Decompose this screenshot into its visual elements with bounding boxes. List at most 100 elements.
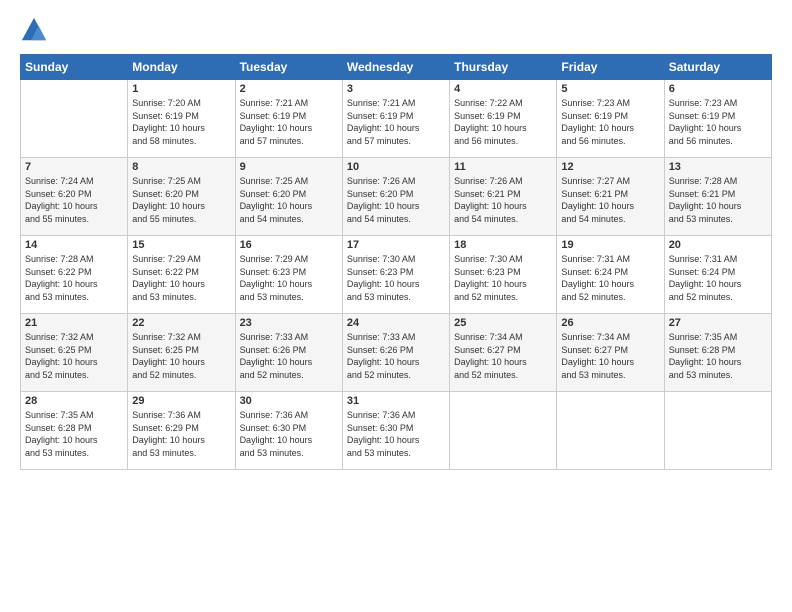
day-info: Sunrise: 7:25 AM Sunset: 6:20 PM Dayligh… — [132, 175, 230, 225]
day-cell: 24Sunrise: 7:33 AM Sunset: 6:26 PM Dayli… — [342, 314, 449, 392]
day-info: Sunrise: 7:31 AM Sunset: 6:24 PM Dayligh… — [561, 253, 659, 303]
day-number: 7 — [25, 161, 123, 173]
day-info: Sunrise: 7:33 AM Sunset: 6:26 PM Dayligh… — [347, 331, 445, 381]
day-cell: 6 Sunrise: 7:23 AM Sunset: 6:19 PM Daylig… — [664, 80, 771, 158]
day-cell: 9 Sunrise: 7:25 AM Sunset: 6:20 PM Daylig… — [235, 158, 342, 236]
day-number: 16 — [240, 239, 338, 251]
day-number: 28 — [25, 395, 123, 407]
header — [20, 16, 772, 44]
day-cell: 30Sunrise: 7:36 AM Sunset: 6:30 PM Dayli… — [235, 392, 342, 470]
day-cell: 14 Sunrise: 7:28 AM Sunset: 6:22 PM Dayli… — [21, 236, 128, 314]
header-saturday: Saturday — [664, 55, 771, 80]
day-info: Sunrise: 7:35 AM Sunset: 6:28 PM Dayligh… — [25, 409, 123, 459]
day-number: 10 — [347, 161, 445, 173]
day-info: Sunrise: 7:32 AM Sunset: 6:25 PM Dayligh… — [132, 331, 230, 381]
calendar-table: SundayMondayTuesdayWednesdayThursdayFrid… — [20, 54, 772, 470]
header-tuesday: Tuesday — [235, 55, 342, 80]
day-number: 18 — [454, 239, 552, 251]
week-row-2: 14 Sunrise: 7:28 AM Sunset: 6:22 PM Dayli… — [21, 236, 772, 314]
day-info: Sunrise: 7:29 AM Sunset: 6:23 PM Dayligh… — [240, 253, 338, 303]
day-cell: 11 Sunrise: 7:26 AM Sunset: 6:21 PM Dayli… — [450, 158, 557, 236]
day-cell: 15 Sunrise: 7:29 AM Sunset: 6:22 PM Dayli… — [128, 236, 235, 314]
day-cell: 19 Sunrise: 7:31 AM Sunset: 6:24 PM Dayli… — [557, 236, 664, 314]
day-number: 13 — [669, 161, 767, 173]
day-info: Sunrise: 7:26 AM Sunset: 6:20 PM Dayligh… — [347, 175, 445, 225]
day-info: Sunrise: 7:23 AM Sunset: 6:19 PM Dayligh… — [561, 97, 659, 147]
day-info: Sunrise: 7:35 AM Sunset: 6:28 PM Dayligh… — [669, 331, 767, 381]
day-cell: 16 Sunrise: 7:29 AM Sunset: 6:23 PM Dayli… — [235, 236, 342, 314]
day-number: 17 — [347, 239, 445, 251]
day-cell — [557, 392, 664, 470]
day-cell: 21 Sunrise: 7:32 AM Sunset: 6:25 PM Dayli… — [21, 314, 128, 392]
week-row-4: 28 Sunrise: 7:35 AM Sunset: 6:28 PM Dayli… — [21, 392, 772, 470]
day-info: Sunrise: 7:31 AM Sunset: 6:24 PM Dayligh… — [669, 253, 767, 303]
header-monday: Monday — [128, 55, 235, 80]
day-cell: 13 Sunrise: 7:28 AM Sunset: 6:21 PM Dayli… — [664, 158, 771, 236]
day-number: 4 — [454, 83, 552, 95]
day-info: Sunrise: 7:22 AM Sunset: 6:19 PM Dayligh… — [454, 97, 552, 147]
day-cell: 31 Sunrise: 7:36 AM Sunset: 6:30 PM Dayli… — [342, 392, 449, 470]
day-cell: 22 Sunrise: 7:32 AM Sunset: 6:25 PM Dayli… — [128, 314, 235, 392]
day-info: Sunrise: 7:36 AM Sunset: 6:30 PM Dayligh… — [347, 409, 445, 459]
day-cell: 18 Sunrise: 7:30 AM Sunset: 6:23 PM Dayli… — [450, 236, 557, 314]
day-cell: 26Sunrise: 7:34 AM Sunset: 6:27 PM Dayli… — [557, 314, 664, 392]
day-info: Sunrise: 7:25 AM Sunset: 6:20 PM Dayligh… — [240, 175, 338, 225]
day-number: 20 — [669, 239, 767, 251]
logo — [20, 16, 50, 44]
day-cell: 20 Sunrise: 7:31 AM Sunset: 6:24 PM Dayli… — [664, 236, 771, 314]
day-number: 29 — [132, 395, 230, 407]
day-info: Sunrise: 7:36 AM Sunset: 6:29 PM Dayligh… — [132, 409, 230, 459]
day-info: Sunrise: 7:28 AM Sunset: 6:21 PM Dayligh… — [669, 175, 767, 225]
day-number: 6 — [669, 83, 767, 95]
day-cell: 3 Sunrise: 7:21 AM Sunset: 6:19 PM Daylig… — [342, 80, 449, 158]
day-info: Sunrise: 7:21 AM Sunset: 6:19 PM Dayligh… — [347, 97, 445, 147]
day-cell: 28 Sunrise: 7:35 AM Sunset: 6:28 PM Dayli… — [21, 392, 128, 470]
day-info: Sunrise: 7:24 AM Sunset: 6:20 PM Dayligh… — [25, 175, 123, 225]
day-number: 27 — [669, 317, 767, 329]
logo-icon — [20, 16, 48, 44]
day-number: 19 — [561, 239, 659, 251]
day-info: Sunrise: 7:30 AM Sunset: 6:23 PM Dayligh… — [454, 253, 552, 303]
day-cell: 5 Sunrise: 7:23 AM Sunset: 6:19 PM Daylig… — [557, 80, 664, 158]
day-cell: 2Sunrise: 7:21 AM Sunset: 6:19 PM Daylig… — [235, 80, 342, 158]
day-info: Sunrise: 7:32 AM Sunset: 6:25 PM Dayligh… — [25, 331, 123, 381]
day-number: 15 — [132, 239, 230, 251]
week-row-0: 1 Sunrise: 7:20 AM Sunset: 6:19 PM Daylig… — [21, 80, 772, 158]
header-thursday: Thursday — [450, 55, 557, 80]
day-cell: 29 Sunrise: 7:36 AM Sunset: 6:29 PM Dayli… — [128, 392, 235, 470]
day-number: 21 — [25, 317, 123, 329]
day-number: 25 — [454, 317, 552, 329]
week-row-3: 21 Sunrise: 7:32 AM Sunset: 6:25 PM Dayli… — [21, 314, 772, 392]
day-cell — [664, 392, 771, 470]
header-sunday: Sunday — [21, 55, 128, 80]
day-number: 23 — [240, 317, 338, 329]
day-info: Sunrise: 7:28 AM Sunset: 6:22 PM Dayligh… — [25, 253, 123, 303]
day-cell: 17 Sunrise: 7:30 AM Sunset: 6:23 PM Dayli… — [342, 236, 449, 314]
week-row-1: 7 Sunrise: 7:24 AM Sunset: 6:20 PM Daylig… — [21, 158, 772, 236]
day-info: Sunrise: 7:27 AM Sunset: 6:21 PM Dayligh… — [561, 175, 659, 225]
day-cell — [450, 392, 557, 470]
day-cell: 8 Sunrise: 7:25 AM Sunset: 6:20 PM Daylig… — [128, 158, 235, 236]
day-number: 8 — [132, 161, 230, 173]
day-info: Sunrise: 7:30 AM Sunset: 6:23 PM Dayligh… — [347, 253, 445, 303]
day-info: Sunrise: 7:26 AM Sunset: 6:21 PM Dayligh… — [454, 175, 552, 225]
day-cell: 23Sunrise: 7:33 AM Sunset: 6:26 PM Dayli… — [235, 314, 342, 392]
day-cell: 27 Sunrise: 7:35 AM Sunset: 6:28 PM Dayli… — [664, 314, 771, 392]
day-number: 11 — [454, 161, 552, 173]
day-cell: 10 Sunrise: 7:26 AM Sunset: 6:20 PM Dayli… — [342, 158, 449, 236]
day-number: 14 — [25, 239, 123, 251]
day-number: 3 — [347, 83, 445, 95]
day-info: Sunrise: 7:29 AM Sunset: 6:22 PM Dayligh… — [132, 253, 230, 303]
calendar-header-row: SundayMondayTuesdayWednesdayThursdayFrid… — [21, 55, 772, 80]
day-number: 31 — [347, 395, 445, 407]
day-number: 9 — [240, 161, 338, 173]
day-cell — [21, 80, 128, 158]
day-info: Sunrise: 7:36 AM Sunset: 6:30 PM Dayligh… — [240, 409, 338, 459]
day-info: Sunrise: 7:20 AM Sunset: 6:19 PM Dayligh… — [132, 97, 230, 147]
day-info: Sunrise: 7:23 AM Sunset: 6:19 PM Dayligh… — [669, 97, 767, 147]
day-number: 1 — [132, 83, 230, 95]
day-number: 22 — [132, 317, 230, 329]
day-number: 5 — [561, 83, 659, 95]
day-info: Sunrise: 7:34 AM Sunset: 6:27 PM Dayligh… — [561, 331, 659, 381]
day-cell: 12Sunrise: 7:27 AM Sunset: 6:21 PM Dayli… — [557, 158, 664, 236]
